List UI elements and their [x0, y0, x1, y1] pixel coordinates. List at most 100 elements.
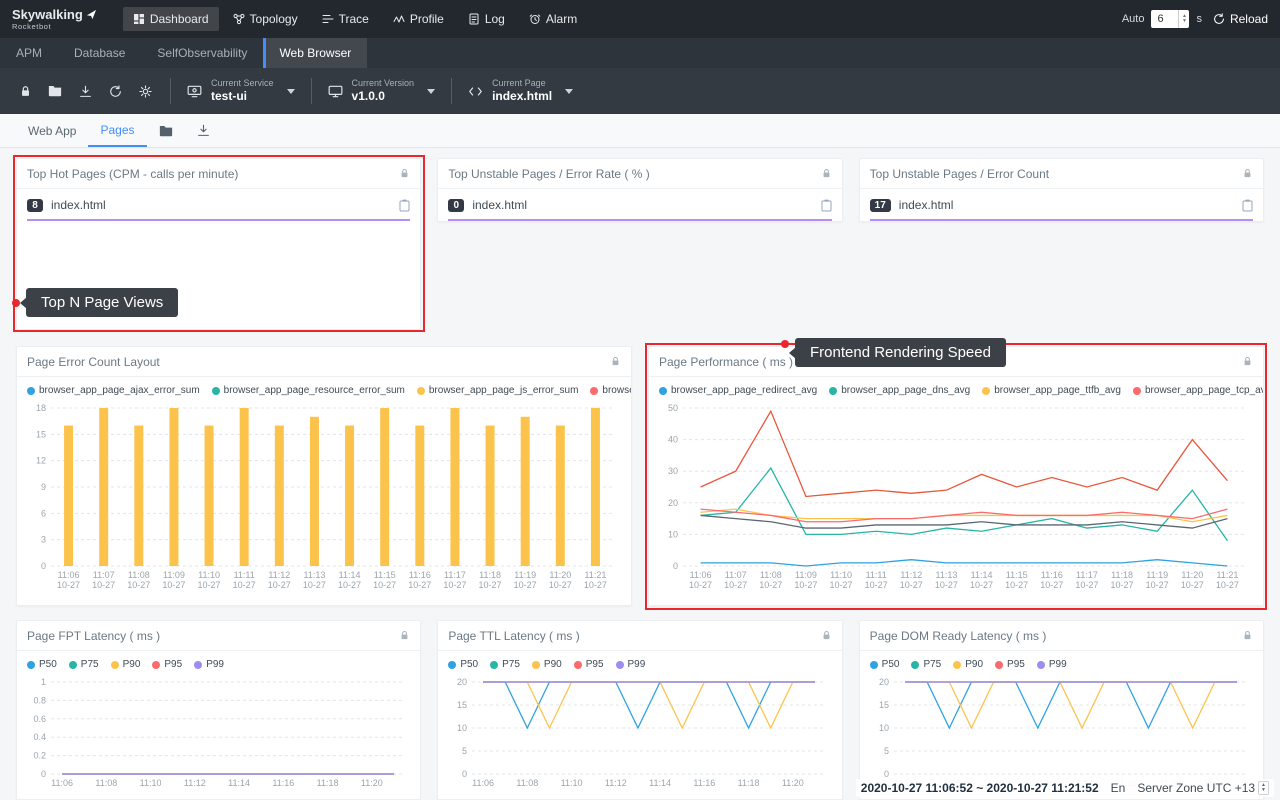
- nav-item-trace[interactable]: Trace: [312, 7, 379, 31]
- nav-item-dashboard[interactable]: Dashboard: [123, 7, 219, 31]
- panel-title: Top Unstable Pages / Error Rate ( % ): [448, 167, 649, 181]
- lock-icon[interactable]: [399, 630, 410, 641]
- legend-item[interactable]: P90: [532, 659, 562, 670]
- export-download-button[interactable]: [185, 114, 222, 147]
- nav-item-topology[interactable]: Topology: [223, 7, 308, 31]
- subnav-tab-apm[interactable]: APM: [0, 38, 58, 68]
- legend-item[interactable]: P50: [27, 659, 57, 670]
- svg-text:11:14: 11:14: [971, 570, 993, 580]
- legend-item[interactable]: browser_a...: [590, 385, 631, 396]
- current-service-selector[interactable]: Current Service test-ui: [181, 78, 301, 104]
- svg-text:15: 15: [879, 700, 889, 710]
- lock-icon[interactable]: [399, 168, 410, 179]
- legend-item[interactable]: P50: [448, 659, 478, 670]
- language-toggle[interactable]: En: [1111, 781, 1126, 795]
- legend-item[interactable]: browser_app_page_redirect_avg: [659, 385, 817, 396]
- panel-page-fpt-latency: Page FPT Latency ( ms ) P50 P75 P90 P95 …: [16, 620, 421, 800]
- spinner-icon[interactable]: ▲▼: [1178, 10, 1189, 28]
- nav-item-log[interactable]: Log: [458, 7, 515, 31]
- lock-icon[interactable]: [1242, 356, 1253, 367]
- legend-item[interactable]: P75: [69, 659, 99, 670]
- lock-icon[interactable]: [1242, 630, 1253, 641]
- brand[interactable]: Skywalking Rocketbot: [12, 8, 97, 31]
- legend-item[interactable]: P99: [616, 659, 646, 670]
- page-name: index.html: [472, 198, 812, 212]
- current-version-selector[interactable]: Current Version v1.0.0: [322, 78, 442, 104]
- svg-text:10-27: 10-27: [268, 580, 291, 590]
- clipboard-icon[interactable]: [399, 199, 410, 212]
- time-range[interactable]: 2020-10-27 11:06:52 ~ 2020-10-27 11:21:5…: [861, 781, 1099, 795]
- svg-text:20: 20: [879, 677, 889, 687]
- lock-icon[interactable]: [1242, 168, 1253, 179]
- legend-item[interactable]: P50: [870, 659, 900, 670]
- legend-item[interactable]: browser_app_page_js_error_sum: [417, 385, 579, 396]
- legend-dot: [829, 387, 837, 395]
- auto-interval-value[interactable]: 6: [1151, 10, 1178, 28]
- svg-text:11:07: 11:07: [93, 570, 115, 580]
- panel-title: Page DOM Ready Latency ( ms ): [870, 629, 1047, 643]
- refresh-tool-button[interactable]: [100, 85, 130, 98]
- legend-item[interactable]: P95: [574, 659, 604, 670]
- legend-item[interactable]: browser_app_page_resource_error_sum: [212, 385, 405, 396]
- legend-item[interactable]: P99: [194, 659, 224, 670]
- legend-item[interactable]: P99: [1037, 659, 1067, 670]
- lock-icon[interactable]: [821, 630, 832, 641]
- svg-text:11:17: 11:17: [444, 570, 466, 580]
- page-list-item[interactable]: 8 index.html: [17, 189, 420, 212]
- zone-spinner-icon[interactable]: ▲▼: [1258, 781, 1269, 795]
- legend-dot: [953, 661, 961, 669]
- legend-label: P95: [1007, 659, 1025, 670]
- current-page-selector[interactable]: Current Page index.html: [462, 78, 579, 104]
- legend-item[interactable]: P95: [995, 659, 1025, 670]
- svg-text:10-27: 10-27: [92, 580, 115, 590]
- svg-text:11:11: 11:11: [234, 570, 255, 580]
- nav-item-profile[interactable]: Profile: [383, 7, 454, 31]
- svg-text:11:06: 11:06: [472, 778, 494, 788]
- folder-tool-button[interactable]: [40, 85, 70, 97]
- legend-item[interactable]: P90: [953, 659, 983, 670]
- legend-label: P50: [460, 659, 478, 670]
- nav-item-label: Topology: [250, 12, 298, 26]
- subnav-tab-database[interactable]: Database: [58, 38, 141, 68]
- tab-pages[interactable]: Pages: [88, 114, 146, 147]
- legend-item[interactable]: P95: [152, 659, 182, 670]
- svg-text:11:06: 11:06: [58, 570, 80, 580]
- legend-item[interactable]: browser_app_page_ajax_error_sum: [27, 385, 200, 396]
- lock-icon[interactable]: [821, 168, 832, 179]
- legend-label: P99: [206, 659, 224, 670]
- auto-interval-input[interactable]: 6 ▲▼: [1151, 10, 1189, 28]
- legend-item[interactable]: browser_app_page_tcp_avg: [1133, 385, 1263, 396]
- page-list-item[interactable]: 0 index.html: [438, 189, 841, 212]
- nav-item-alarm[interactable]: Alarm: [519, 7, 587, 31]
- settings-tool-button[interactable]: [130, 85, 160, 98]
- svg-text:11:08: 11:08: [95, 778, 117, 788]
- clipboard-icon[interactable]: [821, 199, 832, 212]
- selector-value: index.html: [492, 89, 552, 104]
- lock-icon[interactable]: [610, 356, 621, 367]
- legend-item[interactable]: browser_app_page_ttfb_avg: [982, 385, 1121, 396]
- legend-item[interactable]: browser_app_page_dns_avg: [829, 385, 970, 396]
- page-list-item[interactable]: 17 index.html: [860, 189, 1263, 212]
- svg-text:11:18: 11:18: [738, 778, 760, 788]
- svg-text:10-27: 10-27: [338, 580, 361, 590]
- clipboard-icon[interactable]: [1242, 199, 1253, 212]
- reload-button[interactable]: Reload: [1213, 12, 1268, 26]
- svg-text:11:15: 11:15: [1006, 570, 1028, 580]
- svg-text:0: 0: [673, 561, 678, 571]
- legend-item[interactable]: P75: [911, 659, 941, 670]
- svg-text:0: 0: [41, 769, 46, 779]
- subnav-tab-web-browser[interactable]: Web Browser: [263, 38, 367, 68]
- legend-item[interactable]: P75: [490, 659, 520, 670]
- panel-page-dom-ready-latency: Page DOM Ready Latency ( ms ) P50 P75 P9…: [859, 620, 1264, 800]
- selector-label: Current Page: [492, 78, 552, 89]
- legend-item[interactable]: P90: [111, 659, 141, 670]
- svg-text:18: 18: [36, 403, 46, 413]
- subnav-tab-selfobservability[interactable]: SelfObservability: [141, 38, 263, 68]
- import-folder-button[interactable]: [147, 114, 185, 147]
- lock-tool-button[interactable]: [10, 85, 40, 98]
- svg-text:40: 40: [668, 435, 678, 445]
- svg-text:11:20: 11:20: [361, 778, 383, 788]
- download-tool-button[interactable]: [70, 85, 100, 98]
- server-zone-control[interactable]: Server Zone UTC +13 ▲▼: [1137, 781, 1269, 795]
- tab-web-app[interactable]: Web App: [16, 114, 88, 147]
